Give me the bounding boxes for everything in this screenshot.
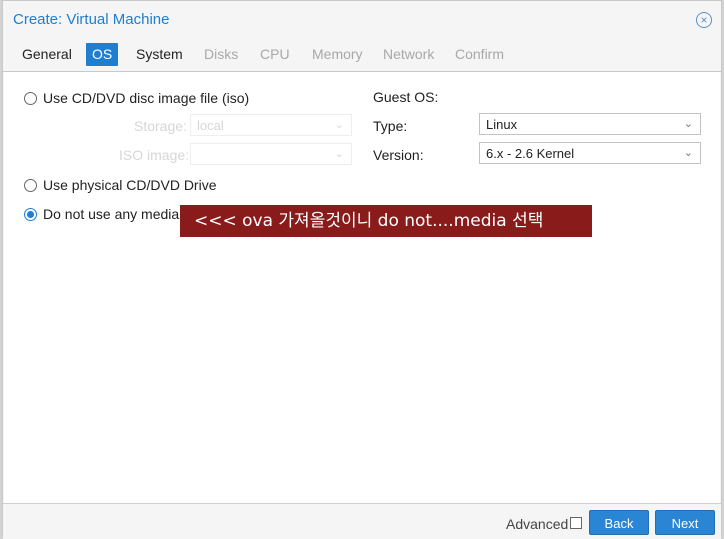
- type-label: Type:: [373, 118, 408, 134]
- version-select[interactable]: 6.x - 2.6 Kernel ⌄: [479, 142, 701, 164]
- tab-network: Network: [383, 46, 435, 62]
- dialog-titlebar: Create: Virtual Machine ×: [3, 1, 721, 39]
- iso-option-label: Use CD/DVD disc image file (iso): [43, 90, 250, 106]
- no-media-radio[interactable]: [24, 207, 37, 221]
- iso-radio[interactable]: [24, 91, 37, 105]
- tab-general[interactable]: General: [16, 43, 78, 66]
- tab-os[interactable]: OS: [86, 43, 119, 66]
- dialog-title: Create: Virtual Machine: [13, 11, 170, 28]
- back-button[interactable]: Back: [589, 510, 649, 535]
- wizard-tabs: General OS System Disks CPU Memory Netwo…: [3, 39, 721, 72]
- type-select[interactable]: Linux ⌄: [479, 113, 701, 135]
- tab-system[interactable]: System: [130, 43, 189, 66]
- advanced-label: Advanced: [506, 516, 569, 532]
- iso-image-label: ISO image:: [119, 147, 190, 163]
- storage-label: Storage:: [134, 118, 187, 134]
- chevron-down-icon[interactable]: ⌄: [684, 146, 693, 159]
- no-media-option[interactable]: Do not use any media: [24, 206, 179, 222]
- type-value: Linux: [486, 117, 518, 132]
- next-button[interactable]: Next: [655, 510, 715, 535]
- close-icon[interactable]: ×: [696, 12, 712, 28]
- storage-value: local: [197, 118, 224, 133]
- tab-memory: Memory: [312, 46, 363, 62]
- dialog-footer: Advanced Back Next: [3, 503, 721, 539]
- os-panel: Use CD/DVD disc image file (iso) Storage…: [4, 72, 720, 503]
- create-vm-dialog: Create: Virtual Machine × General OS Sys…: [2, 0, 722, 539]
- iso-image-select: ⌄: [190, 143, 352, 165]
- advanced-checkbox[interactable]: [570, 517, 582, 529]
- iso-option[interactable]: Use CD/DVD disc image file (iso): [24, 90, 249, 106]
- physical-drive-radio[interactable]: [24, 178, 37, 192]
- physical-drive-option[interactable]: Use physical CD/DVD Drive: [24, 177, 216, 193]
- tab-confirm: Confirm: [455, 46, 505, 62]
- chevron-down-icon[interactable]: ⌄: [684, 117, 693, 130]
- version-label: Version:: [373, 147, 424, 163]
- version-value: 6.x - 2.6 Kernel: [486, 146, 575, 161]
- tab-disks: Disks: [204, 46, 239, 62]
- physical-drive-label: Use physical CD/DVD Drive: [43, 177, 217, 193]
- no-media-label: Do not use any media: [43, 206, 180, 222]
- chevron-down-icon: ⌄: [334, 119, 344, 131]
- guest-os-heading: Guest OS:: [373, 89, 439, 105]
- storage-select: local ⌄: [190, 114, 352, 136]
- tab-cpu: CPU: [260, 46, 290, 62]
- annotation-banner: <<< ova 가져올것이니 do not....media 선택: [180, 205, 592, 237]
- chevron-down-icon: ⌄: [334, 148, 344, 160]
